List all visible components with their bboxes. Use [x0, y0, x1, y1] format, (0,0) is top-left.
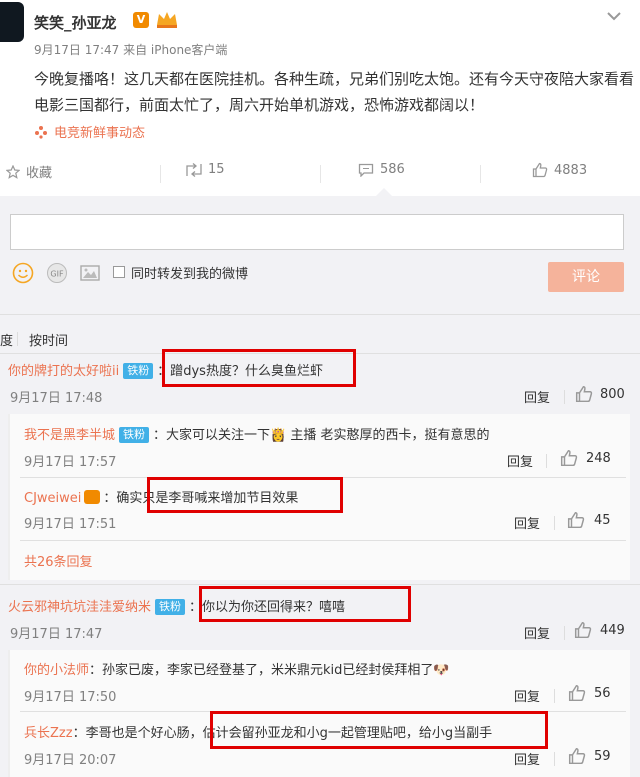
sort-tab-time[interactable]: 按时间 [29, 330, 68, 349]
like-count: 59 [594, 749, 611, 764]
sort-tab-hot[interactable]: 度 [0, 330, 13, 349]
favorite-button[interactable]: 收藏 [6, 162, 52, 181]
comment-text: ：孙家已废，李家已经登基了，米米鼎元kid已经封侯拜相了🐶 [89, 663, 450, 678]
reply-button[interactable]: 回复 [524, 387, 550, 406]
topic-icon [34, 124, 48, 139]
more-replies-link[interactable]: 共26条回复 [24, 551, 93, 570]
submit-comment-button[interactable]: 评论 [548, 262, 624, 292]
thumbs-up-icon[interactable] [575, 385, 593, 407]
thumbs-up-icon[interactable] [560, 449, 578, 471]
like-count: 449 [600, 623, 625, 638]
like-count: 56 [594, 686, 611, 701]
thumbs-up-icon[interactable] [574, 621, 592, 643]
source-link[interactable]: 电竞新鲜事动态 [54, 122, 145, 141]
comment-user[interactable]: CJweiwei [24, 491, 81, 506]
comment-time: 9月17日 17:50 [24, 690, 117, 705]
verified-badge: V [133, 12, 149, 28]
highlight-box [147, 477, 343, 513]
thumbs-up-icon[interactable] [567, 511, 585, 533]
comment-time: 9月17日 20:07 [24, 753, 117, 768]
highlight-box [210, 711, 548, 749]
chevron-down-icon[interactable] [607, 6, 621, 21]
forward-count: 15 [208, 162, 225, 177]
thumbs-up-icon[interactable] [568, 747, 586, 769]
comment-count: 586 [380, 162, 405, 177]
favorite-label: 收藏 [26, 166, 53, 181]
comment-user[interactable]: 你的牌打的太好啦ii [8, 364, 119, 379]
forward-check-label: 同时转发到我的微博 [131, 267, 249, 282]
thumbs-up-icon [532, 162, 548, 178]
comment-time: 9月17日 17:48 [10, 391, 103, 406]
author-avatar[interactable] [0, 2, 24, 42]
like-count: 4883 [554, 162, 588, 178]
image-icon[interactable] [79, 262, 101, 284]
member-icon [84, 490, 101, 504]
highlight-box [199, 586, 411, 622]
highlight-box [162, 349, 356, 387]
svg-text:GIF: GIF [50, 270, 64, 279]
forward-checkbox[interactable] [113, 266, 125, 278]
reply-button[interactable]: 回复 [514, 513, 540, 532]
emoji-icon[interactable] [12, 262, 34, 284]
comment-time: 9月17日 17:51 [24, 517, 117, 532]
like-count: 248 [586, 451, 611, 466]
reply-3: 你的小法师：孙家已废，李家已经登基了，米米鼎元kid已经封侯拜相了🐶 [24, 659, 450, 678]
like-count: 800 [600, 387, 625, 402]
comment-time: 9月17日 17:57 [24, 455, 117, 470]
star-icon [6, 164, 20, 179]
pane-pointer [376, 188, 392, 196]
comment-text: ：大家可以关注一下👸 主播 老实憨厚的西卡，挺有意思的 [153, 428, 490, 443]
forward-button[interactable]: 15 [186, 162, 225, 177]
member-crown-icon [155, 10, 179, 28]
reply-button[interactable]: 回复 [514, 686, 540, 705]
gif-icon[interactable]: GIF [46, 262, 68, 284]
like-count: 45 [594, 513, 611, 528]
reply-button[interactable]: 回复 [524, 623, 550, 642]
reply-button[interactable]: 回复 [507, 451, 533, 470]
post-meta: 9月17日 17:47 来自 iPhone客户端 [34, 43, 228, 57]
comment-user[interactable]: 你的小法师 [24, 663, 89, 678]
comment-user[interactable]: 兵长Zzz [24, 726, 73, 741]
comment-input[interactable] [10, 214, 624, 250]
reply-1: 我不是黑李半城 铁粉 ：大家可以关注一下👸 主播 老实憨厚的西卡，挺有意思的 [24, 424, 489, 443]
comment-user[interactable]: 我不是黑李半城 [24, 428, 115, 443]
author-name[interactable]: 笑笑_孙亚龙 [34, 12, 117, 33]
like-button[interactable]: 4883 [532, 162, 587, 178]
reply-button[interactable]: 回复 [514, 749, 540, 768]
comment-icon [358, 163, 374, 177]
fan-badge: 铁粉 [119, 427, 150, 443]
forward-icon [186, 162, 202, 177]
comment-time: 9月17日 17:47 [10, 627, 103, 642]
comment-button[interactable]: 586 [358, 162, 405, 177]
fan-badge: 铁粉 [155, 599, 186, 615]
action-bar: 收藏 15 586 4883 [0, 162, 640, 186]
fan-badge: 铁粉 [123, 363, 154, 379]
comment-user[interactable]: 火云邪神坑坑洼洼爱纳米 [8, 600, 151, 615]
post-text: 今晚复播咯！这几天都在医院挂机。各种生疏，兄弟们别吃太饱。还有今天守夜陪大家看看… [34, 70, 635, 114]
thumbs-up-icon[interactable] [568, 684, 586, 706]
